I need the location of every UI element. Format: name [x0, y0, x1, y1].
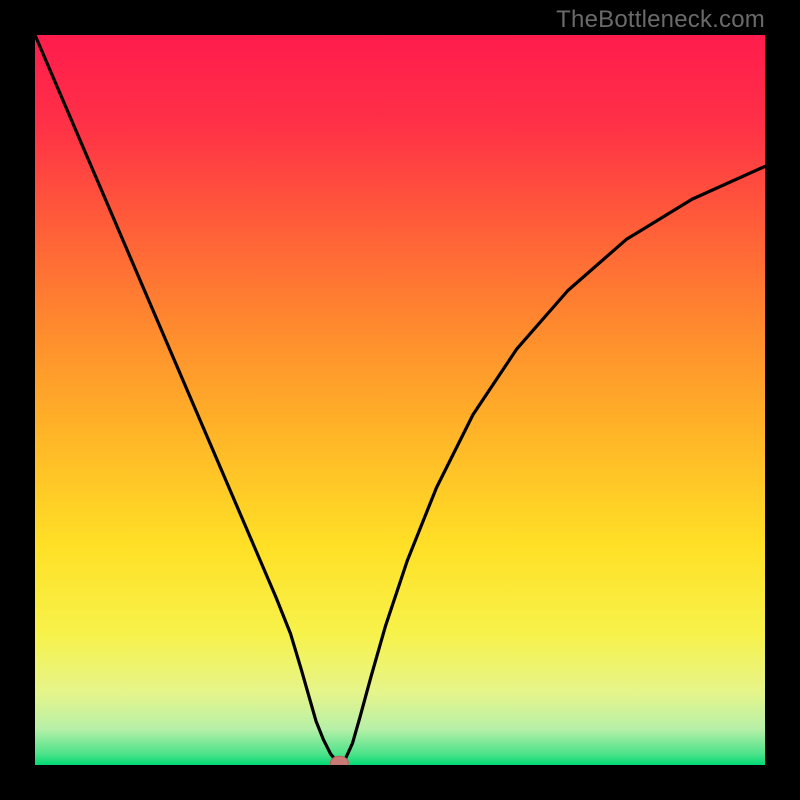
chart-frame: TheBottleneck.com: [0, 0, 800, 800]
watermark-text: TheBottleneck.com: [556, 6, 765, 34]
bottleneck-curve: [35, 35, 765, 765]
plot-area: [35, 35, 765, 765]
minimum-marker: [330, 756, 348, 765]
